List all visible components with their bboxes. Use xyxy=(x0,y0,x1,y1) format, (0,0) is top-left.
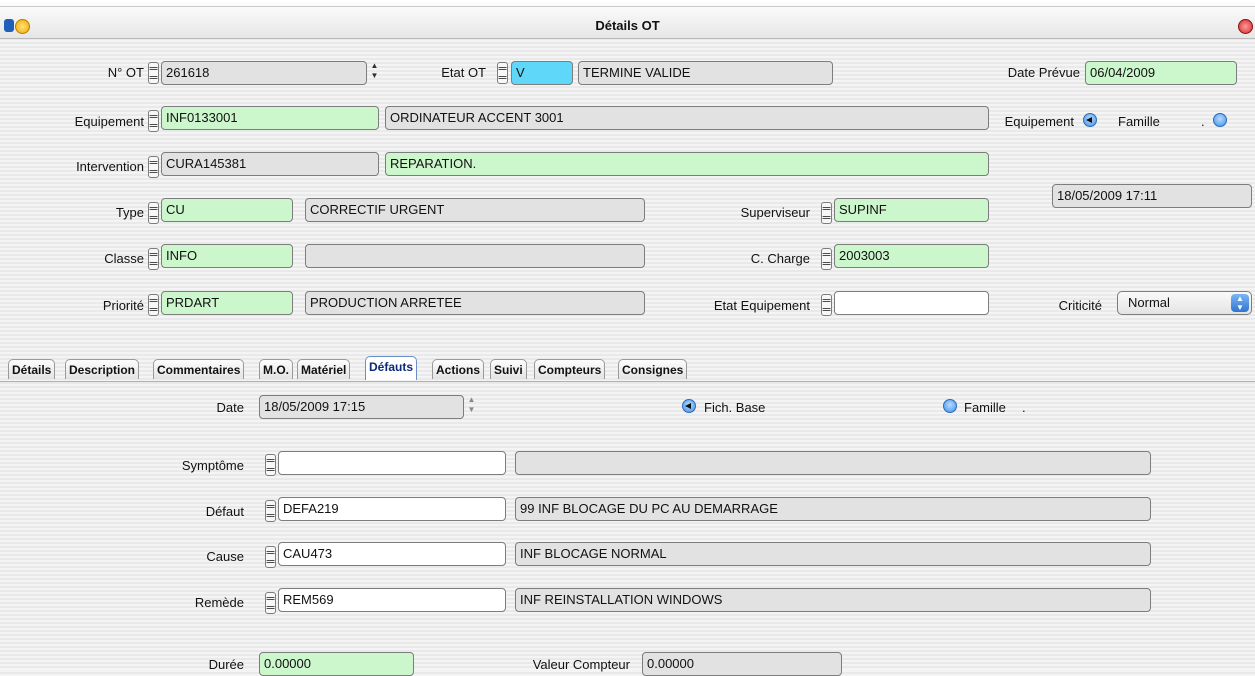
radio-famille-suffix: . xyxy=(1201,114,1205,129)
cause-code-field[interactable]: CAU473 xyxy=(278,542,506,566)
date-prevue-label: Date Prévue xyxy=(1007,65,1080,80)
symptome-label: Symptôme xyxy=(181,458,244,473)
criticite-label: Criticité xyxy=(1058,298,1102,313)
etat-equipement-label: Etat Equipement xyxy=(713,298,810,313)
remede-desc-field: INF REINSTALLATION WINDOWS xyxy=(515,588,1151,612)
type-lookup-icon[interactable]: ═ ═ xyxy=(148,202,159,224)
n-ot-lookup-icon[interactable]: ═ ═ xyxy=(148,62,159,84)
tab-materiel[interactable]: Matériel xyxy=(297,359,351,379)
n-ot-field[interactable]: 261618 xyxy=(161,61,367,85)
type-desc-field: CORRECTIF URGENT xyxy=(305,198,645,222)
symptome-desc-field xyxy=(515,451,1151,475)
date-prevue-field[interactable]: 06/04/2009 xyxy=(1085,61,1237,85)
etat-ot-code-field[interactable]: V xyxy=(511,61,573,85)
timestamp-field: 18/05/2009 17:11 xyxy=(1052,184,1252,208)
tab-mo[interactable]: M.O. xyxy=(259,359,293,379)
criticite-select[interactable]: Normal ▲ ▼ xyxy=(1117,291,1252,315)
valeur-compteur-field: 0.00000 xyxy=(642,652,842,676)
n-ot-spinner[interactable]: ▲ ▼ xyxy=(369,61,380,83)
famille-defauts-label: Famille xyxy=(964,400,1006,415)
duree-field[interactable]: 0.00000 xyxy=(259,652,414,676)
priorite-lookup-icon[interactable]: ═ ═ xyxy=(148,294,159,316)
criticite-value: Normal xyxy=(1128,295,1170,310)
superviseur-field[interactable]: SUPINF xyxy=(834,198,989,222)
cause-lookup-icon[interactable]: ═ ═ xyxy=(265,546,276,568)
radio-equipement-label: Equipement xyxy=(1004,114,1074,129)
classe-lookup-icon[interactable]: ═ ═ xyxy=(148,248,159,270)
cause-label: Cause xyxy=(206,549,244,564)
symptome-lookup-icon[interactable]: ═ ═ xyxy=(265,454,276,476)
tab-defauts[interactable]: Défauts xyxy=(365,356,418,380)
c-charge-field[interactable]: 2003003 xyxy=(834,244,989,268)
date-label: Date xyxy=(216,400,244,415)
tab-compteurs[interactable]: Compteurs xyxy=(534,359,606,379)
title-bar-line xyxy=(0,6,1255,7)
radio-famille-label: Famille xyxy=(1118,114,1160,129)
c-charge-label: C. Charge xyxy=(750,251,810,266)
defaut-code-field[interactable]: DEFA219 xyxy=(278,497,506,521)
etat-ot-desc-field: TERMINE VALIDE xyxy=(578,61,833,85)
equipement-lookup-icon[interactable]: ═ ═ xyxy=(148,110,159,132)
equipement-desc-field: ORDINATEUR ACCENT 3001 xyxy=(385,106,989,130)
fich-base-label: Fich. Base xyxy=(704,400,766,415)
priorite-desc-field: PRODUCTION ARRETEE xyxy=(305,291,645,315)
date-spinner[interactable]: ▲ ▼ xyxy=(466,395,477,417)
radio-equipement[interactable] xyxy=(1083,113,1097,127)
etat-ot-label: Etat OT xyxy=(441,65,486,80)
equipement-label: Equipement xyxy=(74,114,144,129)
priorite-code-field[interactable]: PRDART xyxy=(161,291,293,315)
type-code-field[interactable]: CU xyxy=(161,198,293,222)
intervention-label: Intervention xyxy=(76,159,144,174)
defauts-panel xyxy=(0,381,1255,671)
tab-consignes[interactable]: Consignes xyxy=(618,359,688,379)
defaut-desc-field: 99 INF BLOCAGE DU PC AU DEMARRAGE xyxy=(515,497,1151,521)
c-charge-lookup-icon[interactable]: ═ ═ xyxy=(821,248,832,270)
superviseur-label: Superviseur xyxy=(740,205,810,220)
date-field[interactable]: 18/05/2009 17:15 xyxy=(259,395,464,419)
remede-label: Remède xyxy=(194,595,244,610)
famille-defauts-suffix: . xyxy=(1022,400,1026,415)
select-arrows-icon: ▲ ▼ xyxy=(1231,294,1249,312)
classe-code-field[interactable]: INFO xyxy=(161,244,293,268)
type-label: Type xyxy=(115,205,144,220)
tab-actions[interactable]: Actions xyxy=(432,359,485,379)
intervention-desc-field[interactable]: REPARATION. xyxy=(385,152,989,176)
defaut-lookup-icon[interactable]: ═ ═ xyxy=(265,500,276,522)
window-title: Détails OT xyxy=(595,18,660,33)
classe-desc-field xyxy=(305,244,645,268)
etat-ot-lookup-icon[interactable]: ═ ═ xyxy=(497,62,508,84)
symptome-code-field[interactable] xyxy=(278,451,506,475)
remede-lookup-icon[interactable]: ═ ═ xyxy=(265,592,276,614)
n-ot-label: N° OT xyxy=(107,65,144,80)
remede-code-field[interactable]: REM569 xyxy=(278,588,506,612)
radio-famille-defauts[interactable] xyxy=(943,399,957,413)
priorite-label: Priorité xyxy=(102,298,144,313)
defaut-label: Défaut xyxy=(205,504,244,519)
cause-desc-field: INF BLOCAGE NORMAL xyxy=(515,542,1151,566)
superviseur-lookup-icon[interactable]: ═ ═ xyxy=(821,202,832,224)
etat-equipement-field[interactable] xyxy=(834,291,989,315)
intervention-code-field[interactable]: CURA145381 xyxy=(161,152,379,176)
etat-equipement-lookup-icon[interactable]: ═ ═ xyxy=(821,294,832,316)
tab-commentaires[interactable]: Commentaires xyxy=(153,359,245,379)
tab-details[interactable]: Détails xyxy=(8,359,56,379)
equipement-code-field[interactable]: INF0133001 xyxy=(161,106,379,130)
radio-famille[interactable] xyxy=(1213,113,1227,127)
intervention-lookup-icon[interactable]: ═ ═ xyxy=(148,156,159,178)
classe-label: Classe xyxy=(104,251,144,266)
radio-fich-base[interactable] xyxy=(682,399,696,413)
tab-suivi[interactable]: Suivi xyxy=(490,359,527,379)
tab-description[interactable]: Description xyxy=(65,359,140,379)
close-icon[interactable] xyxy=(1238,19,1253,34)
